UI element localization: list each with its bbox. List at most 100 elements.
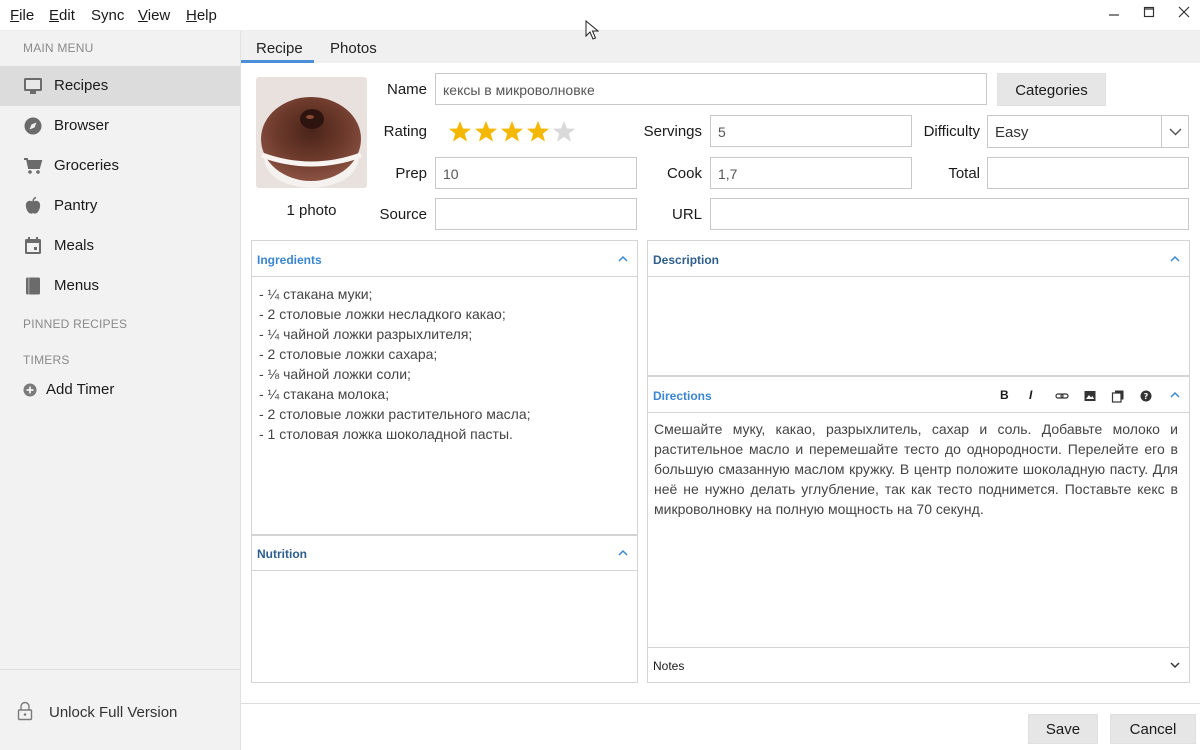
menu-file[interactable]: File (10, 7, 34, 24)
tab-recipe[interactable]: Recipe (256, 40, 303, 57)
cancel-button[interactable]: Cancel (1110, 714, 1196, 744)
add-timer-button[interactable]: Add Timer (0, 373, 240, 407)
star-filled-icon[interactable] (499, 119, 525, 143)
sidebar-item-browser[interactable]: Browser (0, 106, 240, 146)
directions-header[interactable]: Directions B I ? (648, 377, 1189, 413)
ingredients-panel: Ingredients - ¼ стакана муки; - 2 столовы… (251, 240, 638, 535)
source-field[interactable] (435, 198, 637, 230)
copy-icon[interactable] (1111, 389, 1125, 403)
chevron-up-icon[interactable] (1169, 253, 1181, 265)
close-window-button[interactable] (1174, 6, 1194, 24)
sidebar-item-label: Pantry (54, 197, 98, 214)
description-panel: Description (647, 240, 1190, 376)
link-icon[interactable] (1055, 389, 1069, 403)
cart-icon (24, 158, 43, 174)
menu-bar: File Edit Sync View Help (0, 0, 1200, 31)
prep-field[interactable]: 10 (435, 157, 637, 189)
ingredients-title: Ingredients (257, 253, 322, 267)
cook-field[interactable]: 1,7 (710, 157, 912, 189)
minimize-button[interactable] (1104, 6, 1124, 24)
star-empty-icon[interactable] (551, 119, 577, 143)
recipe-photo[interactable] (256, 77, 367, 188)
nutrition-title: Nutrition (257, 547, 307, 561)
description-header[interactable]: Description (648, 241, 1189, 277)
sidebar-item-label: Recipes (54, 77, 109, 94)
rating-stars[interactable] (447, 119, 577, 143)
chevron-down-icon[interactable] (1169, 659, 1181, 671)
close-icon (1178, 6, 1190, 18)
nutrition-header[interactable]: Nutrition (252, 536, 637, 571)
calendar-icon (25, 237, 41, 254)
book-icon (26, 277, 40, 295)
add-timer-label: Add Timer (46, 381, 115, 398)
ingredient-line: - ¼ чайной ложки разрыхлителя; (259, 326, 473, 342)
menu-edit[interactable]: Edit (49, 7, 75, 24)
footer-bar: Save Cancel (241, 703, 1200, 750)
star-filled-icon[interactable] (447, 119, 473, 143)
ingredient-line: - 2 столовые ложки несладкого какао; (259, 306, 506, 322)
menu-view[interactable]: View (138, 7, 170, 24)
categories-button[interactable]: Categories (997, 73, 1106, 106)
url-field[interactable] (710, 198, 1189, 230)
notes-header[interactable]: Notes (648, 648, 1189, 682)
name-label: Name (386, 81, 427, 98)
unlock-label: Unlock Full Version (49, 704, 178, 721)
total-label: Total (948, 165, 980, 182)
svg-text:?: ? (1144, 392, 1149, 401)
chevron-up-icon[interactable] (617, 547, 629, 559)
image-icon[interactable] (1083, 389, 1097, 403)
sidebar-item-label: Browser (54, 117, 110, 134)
chevron-up-icon[interactable] (617, 253, 629, 265)
sidebar-item-meals[interactable]: Meals (0, 226, 240, 266)
sidebar: MAIN MENU Recipes Browser Groceries Pant… (0, 31, 241, 750)
star-filled-icon[interactable] (473, 119, 499, 143)
photo-image (256, 77, 367, 188)
sidebar-item-menus[interactable]: Menus (0, 266, 240, 306)
sidebar-item-groceries[interactable]: Groceries (0, 146, 240, 186)
tab-bar: Recipe Photos (241, 31, 1200, 63)
sidebar-item-label: Menus (54, 277, 100, 294)
servings-field[interactable]: 5 (710, 115, 912, 147)
difficulty-select[interactable]: Easy (987, 115, 1189, 148)
servings-label: Servings (643, 123, 702, 140)
rating-label: Rating (383, 123, 427, 140)
maximize-button[interactable] (1139, 6, 1159, 24)
description-title: Description (653, 253, 720, 267)
sidebar-item-pantry[interactable]: Pantry (0, 186, 240, 226)
total-field[interactable] (987, 157, 1189, 189)
ingredient-line: - 2 столовые ложки растительного масла; (259, 406, 531, 422)
ingredients-text[interactable]: - ¼ стакана муки; - 2 столовые ложки несл… (259, 284, 631, 444)
main-menu-heading: MAIN MENU (23, 41, 94, 55)
chevron-up-icon[interactable] (1169, 389, 1181, 401)
difficulty-value: Easy (995, 124, 1029, 141)
italic-button[interactable]: I (1029, 388, 1043, 402)
ingredient-line: - ¼ стакана молока; (259, 386, 390, 402)
tab-photos[interactable]: Photos (330, 40, 377, 57)
help-icon[interactable]: ? (1139, 389, 1153, 403)
nutrition-panel: Nutrition (251, 535, 638, 683)
ingredient-line: - 2 столовые ложки сахара; (259, 346, 438, 362)
timers-heading: TIMERS (23, 353, 70, 367)
mouse-cursor-icon (585, 20, 599, 40)
directions-panel: Directions B I ? Смешайте муку, какао, р… (647, 376, 1190, 648)
prep-label: Prep (395, 165, 427, 182)
ingredient-line: - ¼ стакана муки; (259, 286, 373, 302)
source-label: Source (379, 206, 427, 223)
dropdown-toggle[interactable] (1161, 116, 1188, 147)
bold-button[interactable]: B (1000, 388, 1014, 402)
star-filled-icon[interactable] (525, 119, 551, 143)
ingredient-line: - ⅛ чайной ложки соли; (259, 366, 411, 382)
menu-sync[interactable]: Sync (91, 7, 124, 24)
ingredients-header[interactable]: Ingredients (252, 241, 637, 277)
notes-title: Notes (653, 659, 685, 673)
chevron-down-icon (1169, 128, 1182, 136)
pinned-recipes-heading: PINNED RECIPES (23, 317, 128, 331)
menu-help[interactable]: Help (186, 7, 217, 24)
save-button[interactable]: Save (1028, 714, 1098, 744)
directions-text[interactable]: Смешайте муку, какао, разрыхлитель, саха… (654, 419, 1178, 519)
name-field[interactable]: кексы в микроволновке (435, 73, 987, 105)
sidebar-item-recipes[interactable]: Recipes (0, 66, 240, 106)
unlock-full-version-button[interactable]: Unlock Full Version (0, 669, 240, 750)
notes-panel: Notes (647, 647, 1190, 683)
cook-label: Cook (666, 165, 702, 182)
